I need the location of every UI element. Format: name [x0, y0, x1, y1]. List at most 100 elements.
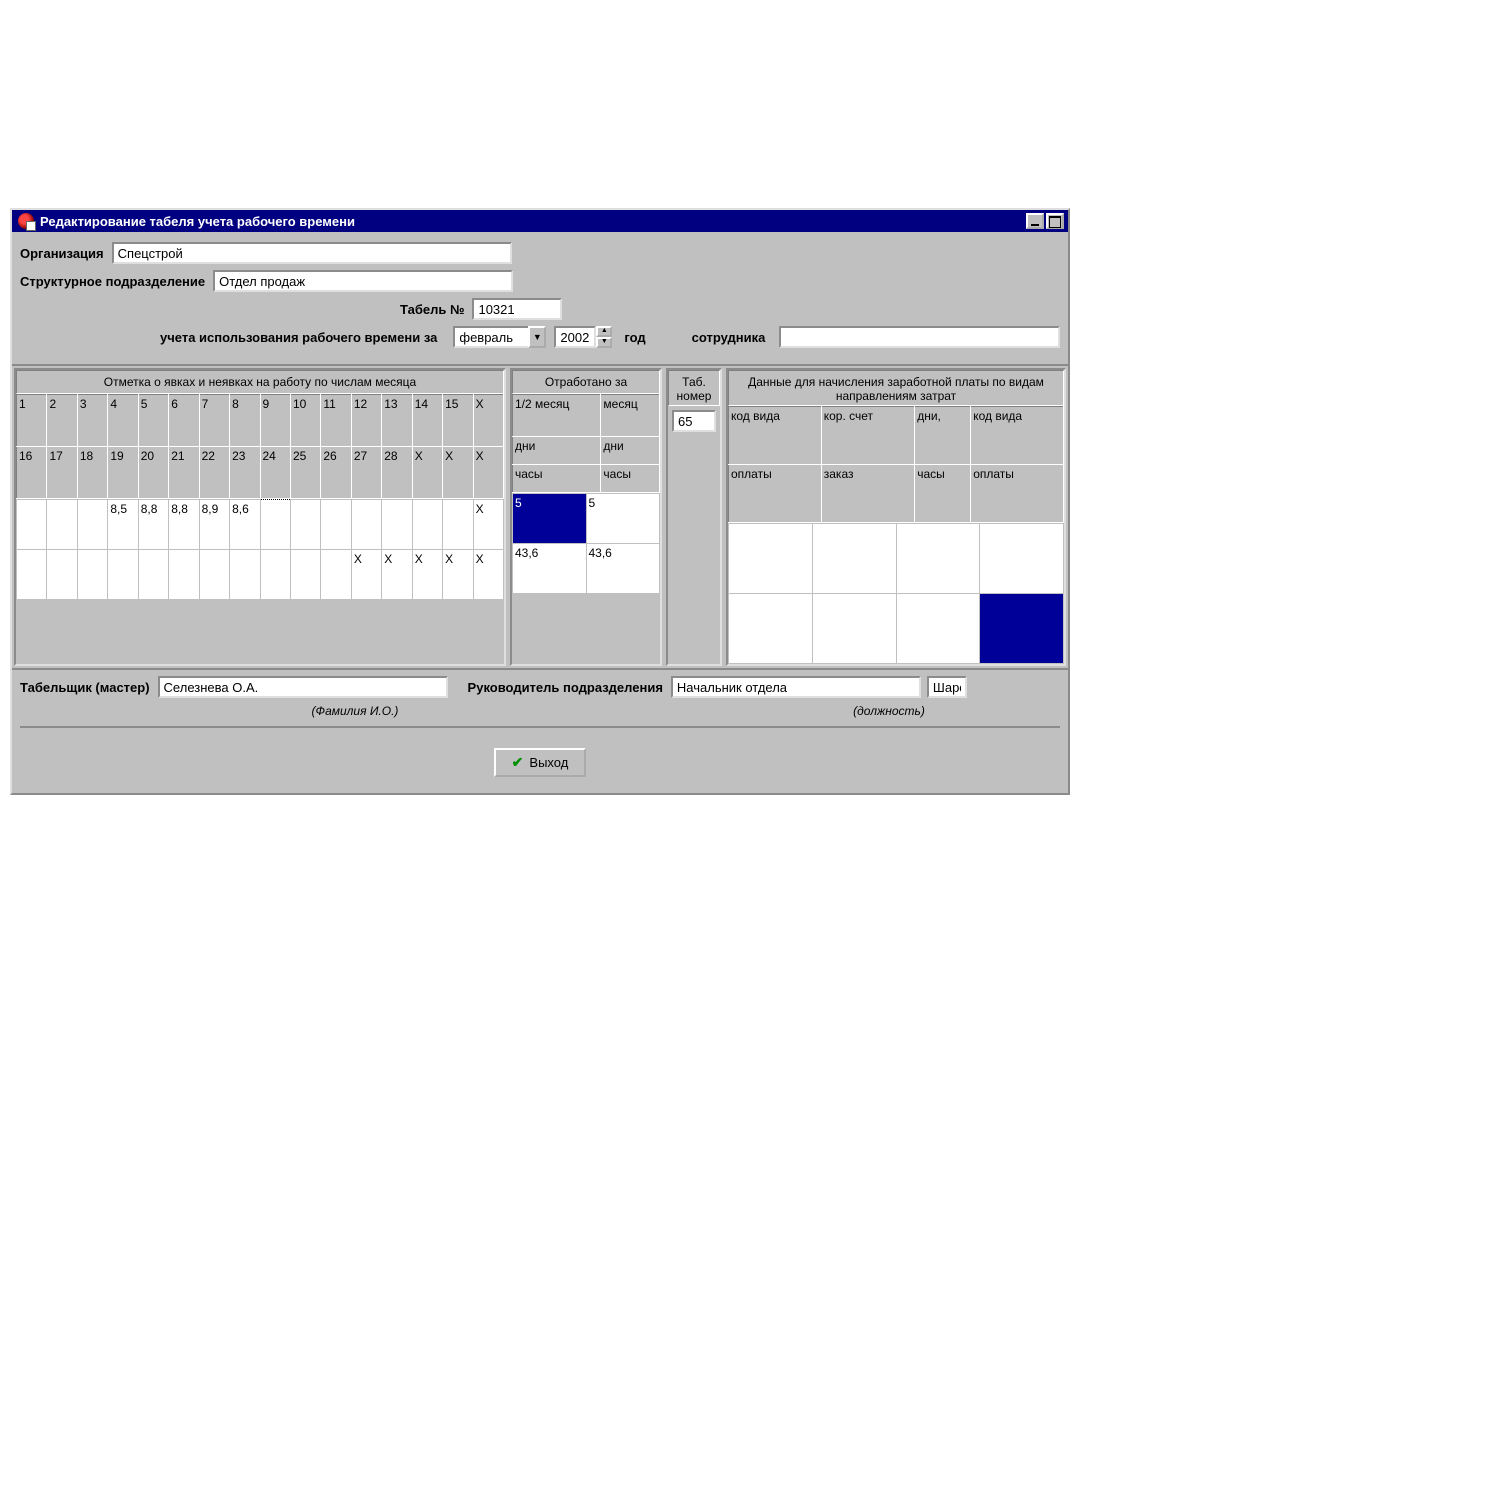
year-input[interactable]	[554, 326, 596, 348]
tabno-input[interactable]	[672, 410, 716, 432]
clerk-hint: (Фамилия И.О.)	[210, 704, 500, 718]
attendance-cell[interactable]	[260, 500, 290, 550]
worked-panel: Отработано за 1/2 месяц месяц дни дни ча…	[510, 368, 662, 666]
exit-button[interactable]: ✔ Выход	[494, 748, 587, 777]
head-name-input[interactable]	[927, 676, 967, 698]
day-header-cell: 19	[108, 447, 138, 499]
month-hours-cell[interactable]: 43,6	[586, 544, 660, 594]
pay-hdr: оплаты	[729, 465, 822, 523]
attendance-cell[interactable]	[290, 550, 320, 600]
tabelno-label: Табель №	[400, 302, 464, 317]
attendance-cell[interactable]: X	[382, 550, 412, 600]
day-header-cell: 9	[260, 395, 290, 447]
month-combo[interactable]: ▼	[453, 326, 546, 348]
tabno-header: Таб. номер	[668, 370, 720, 406]
attendance-cell[interactable]	[77, 500, 107, 550]
attendance-cell[interactable]	[17, 550, 47, 600]
attendance-cell[interactable]: 8,8	[138, 500, 168, 550]
attendance-cell[interactable]: 8,9	[199, 500, 229, 550]
pay-cell[interactable]	[812, 524, 896, 594]
attendance-cell[interactable]	[47, 550, 77, 600]
attendance-cell[interactable]	[290, 500, 320, 550]
month-days-cell[interactable]: 5	[586, 494, 660, 544]
pay-cell[interactable]	[896, 524, 980, 594]
head-pos-hint: (должность)	[764, 704, 1014, 718]
attendance-cell[interactable]: X	[473, 500, 503, 550]
days-label2: дни	[601, 437, 660, 465]
pay-cell-selected[interactable]	[980, 594, 1064, 664]
head-pos-input[interactable]	[671, 676, 921, 698]
minimize-button[interactable]	[1026, 213, 1044, 229]
maximize-button[interactable]	[1046, 213, 1064, 229]
spin-up-icon[interactable]: ▲	[596, 326, 612, 337]
attendance-cell[interactable]	[443, 500, 473, 550]
employee-label: сотрудника	[692, 330, 766, 345]
tabelno-input[interactable]	[472, 298, 562, 320]
attendance-cell[interactable]	[351, 500, 381, 550]
attendance-cell[interactable]	[260, 550, 290, 600]
window-title: Редактирование табеля учета рабочего вре…	[40, 214, 355, 229]
pay-cell[interactable]	[980, 524, 1064, 594]
attendance-cell[interactable]	[108, 550, 138, 600]
app-icon	[18, 213, 34, 229]
attendance-cell[interactable]: 8,8	[169, 500, 199, 550]
year-spinner[interactable]: ▲ ▼	[554, 326, 612, 348]
attendance-cell[interactable]	[138, 550, 168, 600]
spin-down-icon[interactable]: ▼	[596, 337, 612, 348]
attendance-cell[interactable]	[321, 550, 351, 600]
attendance-cell[interactable]	[382, 500, 412, 550]
attendance-cell[interactable]	[321, 500, 351, 550]
worked-header: Отработано за	[512, 370, 660, 394]
year-label: год	[624, 330, 645, 345]
attendance-cell[interactable]	[412, 500, 442, 550]
day-header-cell: 2	[47, 395, 77, 447]
attendance-panel: Отметка о явках и неявках на работу по ч…	[14, 368, 506, 666]
clerk-input[interactable]	[158, 676, 448, 698]
attendance-cell[interactable]: 8,5	[108, 500, 138, 550]
half-hours-cell[interactable]: 43,6	[513, 544, 587, 594]
attendance-cell[interactable]: 8,6	[230, 500, 260, 550]
month-input[interactable]	[453, 326, 528, 348]
attendance-cell[interactable]	[47, 500, 77, 550]
attendance-cell[interactable]	[230, 550, 260, 600]
day-header-cell: 21	[169, 447, 199, 499]
payroll-panel: Данные для начисления заработной платы п…	[726, 368, 1066, 666]
attendance-cell[interactable]: X	[443, 550, 473, 600]
org-input[interactable]	[112, 242, 512, 264]
day-header-cell: 15	[443, 395, 473, 447]
chevron-down-icon[interactable]: ▼	[528, 326, 546, 348]
attendance-cell[interactable]	[77, 550, 107, 600]
pay-cell[interactable]	[896, 594, 980, 664]
attendance-cell[interactable]: X	[412, 550, 442, 600]
day-header-cell: X	[473, 447, 503, 499]
titlebar: Редактирование табеля учета рабочего вре…	[12, 210, 1068, 232]
day-header-cell: 17	[47, 447, 77, 499]
day-header-cell: 4	[108, 395, 138, 447]
half-days-cell[interactable]: 5	[513, 494, 587, 544]
day-header-cell: 23	[230, 447, 260, 499]
period-prefix: учета использования рабочего времени за	[160, 330, 437, 345]
dept-input[interactable]	[213, 270, 513, 292]
attendance-header: Отметка о явках и неявках на работу по ч…	[16, 370, 504, 394]
attendance-cell[interactable]	[169, 550, 199, 600]
day-header-cell: 25	[290, 447, 320, 499]
day-header-cell: 22	[199, 447, 229, 499]
attendance-cell[interactable]: X	[473, 550, 503, 600]
attendance-cell[interactable]: X	[351, 550, 381, 600]
day-header-cell: 12	[351, 395, 381, 447]
pay-cell[interactable]	[812, 594, 896, 664]
day-header-cell: 6	[169, 395, 199, 447]
half-month-label: 1/2 месяц	[513, 395, 601, 437]
day-header-cell: 5	[138, 395, 168, 447]
pay-cell[interactable]	[729, 524, 813, 594]
attendance-cell[interactable]	[199, 550, 229, 600]
employee-input[interactable]	[779, 326, 1060, 348]
days-label: дни	[513, 437, 601, 465]
month-label: месяц	[601, 395, 660, 437]
attendance-cell[interactable]	[17, 500, 47, 550]
pay-hdr: оплаты	[971, 465, 1064, 523]
day-header-cell: 8	[230, 395, 260, 447]
pay-cell[interactable]	[729, 594, 813, 664]
day-header-cell: 20	[138, 447, 168, 499]
tabno-panel: Таб. номер	[666, 368, 722, 666]
